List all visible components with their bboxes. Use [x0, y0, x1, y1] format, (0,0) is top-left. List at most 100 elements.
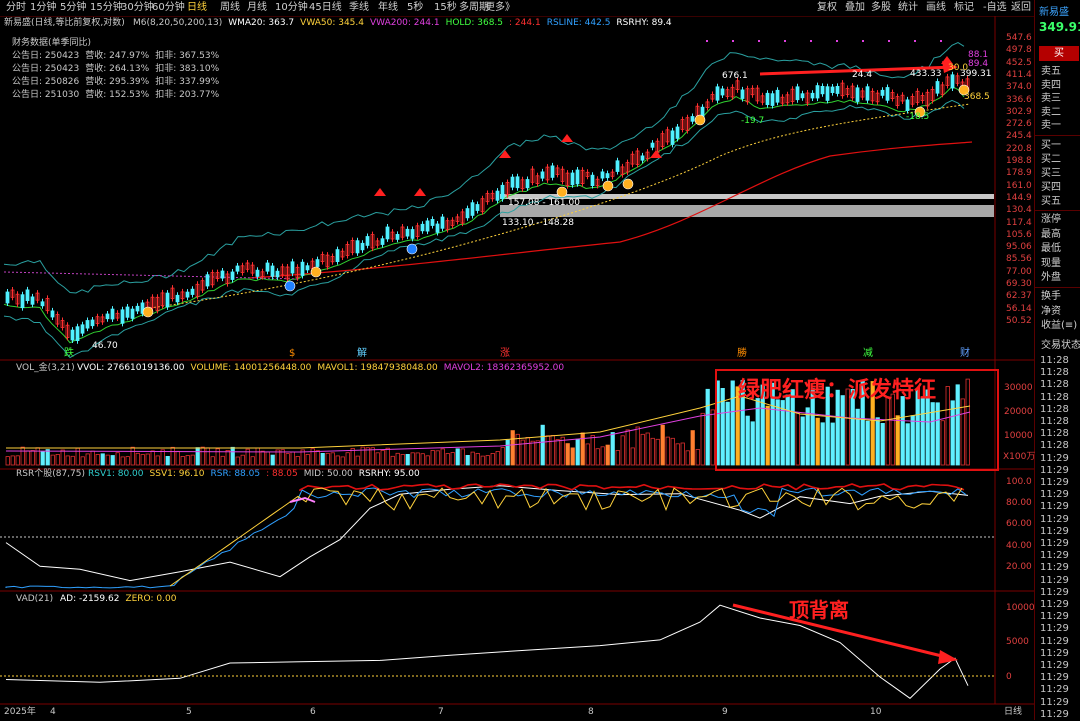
- indicator-value: RSRHY: 95.00: [358, 469, 420, 479]
- volume-bar: [100, 453, 105, 466]
- period-tab[interactable]: 年线: [378, 1, 398, 15]
- toolbar-button[interactable]: -自选: [983, 1, 1007, 15]
- candle-body: [615, 160, 620, 172]
- candle-body: [770, 93, 775, 106]
- toolbar-button[interactable]: 复权: [817, 1, 837, 15]
- rsr-axis-label: 20.00: [1006, 562, 1032, 572]
- time-axis-label: 9: [722, 707, 728, 717]
- candle-body: [205, 274, 210, 287]
- volume-bar: [385, 447, 390, 466]
- candle-body: [650, 142, 655, 148]
- period-tab[interactable]: 周线: [220, 1, 240, 15]
- candle-body: [50, 310, 55, 318]
- candle-body: [220, 270, 225, 279]
- candle-body: [440, 216, 445, 229]
- candle-body: [185, 291, 190, 298]
- candle-body: [405, 228, 410, 237]
- finance-cell: 营收: 247.97%: [85, 51, 150, 61]
- period-tab[interactable]: 日线: [187, 1, 207, 15]
- period-tab[interactable]: 10分钟: [275, 1, 308, 15]
- volume-bar: [610, 432, 615, 466]
- volume-bar: [295, 455, 300, 466]
- volume-bar: [705, 388, 710, 466]
- toolbar-button[interactable]: 画线: [926, 1, 946, 15]
- candle-body: [235, 265, 240, 272]
- trade-time: 11:29: [1040, 489, 1069, 501]
- toolbar-button[interactable]: 统计: [898, 1, 918, 15]
- volume-bar: [660, 424, 665, 466]
- volume-bar: [655, 438, 660, 466]
- period-tab[interactable]: 15秒: [434, 1, 457, 15]
- volume-bar: [435, 450, 440, 466]
- volume-bar: [630, 447, 635, 466]
- candle-body: [950, 74, 955, 89]
- volume-bar: [840, 395, 845, 466]
- period-tab[interactable]: 5分钟: [60, 1, 86, 15]
- stat-label: 最低: [1041, 243, 1061, 254]
- toolbar-button[interactable]: 返回: [1011, 1, 1031, 15]
- rsr-axis-label: 40.00: [1006, 541, 1032, 551]
- trade-time: 11:29: [1040, 452, 1069, 464]
- volume-bar: [35, 447, 40, 466]
- volume-bar: [45, 449, 50, 466]
- period-tab[interactable]: 30分钟: [121, 1, 154, 15]
- period-tab[interactable]: 分时: [6, 1, 26, 15]
- volume-bar: [595, 448, 600, 466]
- toolbar-button[interactable]: 叠加: [845, 1, 865, 15]
- stock-price: 349.91: [1039, 20, 1080, 34]
- price-axis-label: 161.0: [1006, 180, 1032, 191]
- volume-bar: [110, 455, 115, 466]
- volume-bar: [640, 433, 645, 466]
- candle-body: [495, 190, 500, 201]
- indicator-value: RSRHY: 89.4: [616, 18, 672, 28]
- volume-bar: [950, 400, 955, 466]
- finance-row: 公告日: 250826 营收: 295.39% 扣非: 337.99%: [12, 77, 225, 88]
- price-annotation: 157.08 - 161.00: [508, 198, 580, 208]
- volume-bar: [440, 448, 445, 466]
- volume-bar: [260, 450, 265, 466]
- trade-time: 11:29: [1040, 586, 1069, 598]
- period-tab[interactable]: 1分钟: [30, 1, 56, 15]
- buy-button[interactable]: 买: [1039, 46, 1079, 61]
- volume-bar: [455, 448, 460, 466]
- volume-bar: [40, 451, 45, 466]
- finance-cell: 公告日: 250826: [12, 77, 80, 87]
- price-axis-label: 85.56: [1006, 254, 1032, 265]
- finance-cell: 扣非: 383.10%: [155, 64, 220, 74]
- toolbar-button[interactable]: 标记: [954, 1, 974, 15]
- coin-marker: [694, 114, 706, 126]
- volume-bar: [390, 455, 395, 466]
- candle-body: [720, 88, 725, 96]
- period-tab[interactable]: 15分钟: [90, 1, 123, 15]
- period-tab[interactable]: 60分钟: [152, 1, 185, 15]
- volume-bar: [945, 385, 950, 466]
- vad-axis-label: 10000: [1006, 603, 1035, 613]
- price-annotation: 30.0: [948, 63, 969, 73]
- stat-label: 换手: [1041, 291, 1061, 302]
- period-tab[interactable]: 更多》: [485, 1, 515, 15]
- candle-body: [540, 171, 545, 179]
- period-tab[interactable]: 季线: [349, 1, 369, 15]
- stat-label: 外盘: [1041, 272, 1061, 283]
- sidebar-divider: [1035, 135, 1080, 136]
- period-tab[interactable]: 45日线: [309, 1, 342, 15]
- volume-bar: [590, 434, 595, 466]
- volume-bar: [470, 451, 475, 466]
- volume-bar: [235, 456, 240, 466]
- toolbar-button[interactable]: 多股: [871, 1, 891, 15]
- time-axis-label: 5: [186, 707, 192, 717]
- volume-bar: [830, 422, 835, 466]
- stat-label: 收益(≡): [1041, 320, 1078, 331]
- period-tab[interactable]: 月线: [247, 1, 267, 15]
- volume-bar: [80, 456, 85, 466]
- period-tab[interactable]: 5秒: [407, 1, 423, 15]
- volume-bar: [585, 443, 590, 466]
- volume-bar: [115, 452, 120, 466]
- volume-bar: [450, 452, 455, 466]
- candle-body: [605, 173, 610, 179]
- volume-bar: [955, 384, 960, 466]
- candle-body: [85, 320, 90, 329]
- volume-bar: [745, 415, 750, 466]
- volume-bar: [220, 455, 225, 466]
- indicator-value: : 244.1: [509, 18, 541, 28]
